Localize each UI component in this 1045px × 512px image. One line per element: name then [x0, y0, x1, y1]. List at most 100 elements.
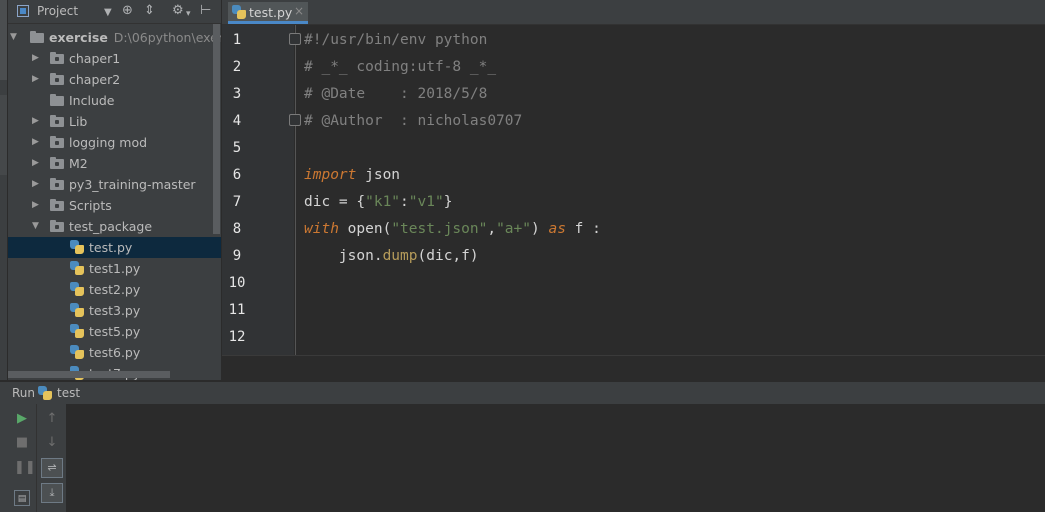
run-console-output[interactable] — [66, 404, 1045, 512]
down-arrow-icon[interactable]: ↓ — [44, 435, 60, 451]
tree-folder-item[interactable]: ▶ logging mod — [8, 132, 221, 153]
target-icon[interactable]: ⊕ — [122, 3, 133, 19]
tree-file-item[interactable]: test6.py — [8, 342, 221, 363]
stop-icon[interactable]: ■ — [14, 435, 30, 451]
tree-folder-item[interactable]: ▶ M2 — [8, 153, 221, 174]
tree-folder-item[interactable]: ▶ chaper2 — [8, 69, 221, 90]
code-line-9: json.dump(dic,f) — [304, 248, 479, 264]
collapsed-arrow-icon[interactable]: ▶ — [32, 153, 39, 174]
string-literal: "v1" — [408, 194, 444, 210]
python-file-icon — [70, 240, 84, 254]
layout-icon[interactable]: ▤ — [14, 490, 30, 506]
line-number: 11 — [228, 302, 246, 318]
tree-folder-item[interactable]: ▶ py3_training-master — [8, 174, 221, 195]
collapsed-arrow-icon[interactable]: ▶ — [32, 132, 39, 153]
gear-dropdown-icon[interactable]: ▾ — [186, 6, 191, 22]
tree-item-path-hint: D:\06python\exercis — [113, 30, 221, 45]
tree-item-text: M2 — [69, 156, 88, 171]
tree-item-text: test1.py — [89, 261, 141, 276]
line-number: 3 — [232, 86, 242, 102]
tree-item-label: py3_training-master — [69, 174, 196, 195]
soft-wrap-icon[interactable]: ⇌ — [41, 458, 63, 478]
tree-item-label: test_package — [69, 216, 152, 237]
line-number: 1 — [232, 32, 242, 48]
chevron-down-icon[interactable]: ▼ — [104, 5, 112, 21]
folder-icon — [50, 157, 64, 169]
tree-item-label: Scripts — [69, 195, 112, 216]
keyword-as: as — [548, 221, 566, 237]
collapsed-arrow-icon[interactable]: ▶ — [32, 111, 39, 132]
tree-folder-item[interactable]: ▶ chaper1 — [8, 48, 221, 69]
code-text: , — [487, 221, 497, 237]
collapsed-arrow-icon[interactable]: ▶ — [32, 69, 39, 90]
fold-marker-icon[interactable] — [289, 114, 301, 126]
tree-item-label: logging mod — [69, 132, 147, 153]
folder-icon — [50, 199, 64, 211]
expanded-arrow-icon[interactable]: ▼ — [32, 216, 39, 237]
method-name: dump — [382, 248, 418, 264]
tab-test-py[interactable]: test.py × — [228, 2, 308, 24]
tree-file-item[interactable]: test1.py — [8, 258, 221, 279]
collapse-icon[interactable]: ⇕ — [144, 3, 155, 19]
editor-gutter: 1 2 3 4 5 6 7 8 9 10 11 12 — [222, 25, 294, 355]
tree-file-item[interactable]: test2.py — [8, 279, 221, 300]
run-icon[interactable]: ▶ — [14, 411, 30, 427]
code-text: ) — [531, 221, 549, 237]
tree-item-text: chaper2 — [69, 72, 121, 87]
tree-folder-item[interactable]: ▶ Scripts — [8, 195, 221, 216]
tree-item-text: test.py — [89, 240, 133, 255]
hide-icon[interactable]: ⊢ — [200, 3, 211, 19]
expanded-arrow-icon[interactable]: ▼ — [10, 27, 17, 48]
python-file-icon — [232, 5, 246, 19]
project-tool-tab[interactable] — [0, 0, 7, 80]
structure-tool-tab[interactable] — [0, 95, 7, 175]
code-text: open( — [338, 221, 392, 237]
tab-label: test.py — [249, 5, 293, 20]
line-number: 9 — [232, 248, 242, 264]
tree-item-text: Scripts — [69, 198, 112, 213]
collapsed-arrow-icon[interactable]: ▶ — [32, 174, 39, 195]
line-number: 4 — [232, 113, 242, 129]
line-number: 8 — [232, 221, 242, 237]
tree-file-item[interactable]: test3.py — [8, 300, 221, 321]
project-scrollbar-horizontal[interactable] — [8, 371, 170, 378]
line-number: 2 — [232, 59, 242, 75]
tree-file-item[interactable]: test5.py — [8, 321, 221, 342]
code-editor[interactable]: #!/usr/bin/env python # _*_ coding:utf-8… — [296, 25, 1045, 355]
collapsed-arrow-icon[interactable]: ▶ — [32, 48, 39, 69]
python-file-icon — [70, 324, 84, 338]
tree-item-text: chaper1 — [69, 51, 121, 66]
code-text: f : — [565, 221, 601, 237]
left-tool-strip — [0, 0, 8, 380]
tree-item-text: Lib — [69, 114, 88, 129]
tree-item-label: test2.py — [89, 279, 140, 300]
python-file-icon — [70, 282, 84, 296]
tree-file-item[interactable]: test.py — [8, 237, 221, 258]
code-line-2: # _*_ coding:utf-8 _*_ — [304, 59, 497, 75]
scroll-to-end-icon[interactable]: ⤓ — [41, 483, 63, 503]
project-scrollbar-vertical[interactable] — [213, 24, 220, 234]
tree-folder-item[interactable]: Include — [8, 90, 221, 111]
tree-item-text: exercise — [49, 30, 108, 45]
tree-item-text: py3_training-master — [69, 177, 196, 192]
tree-item-text: test2.py — [89, 282, 141, 297]
tree-folder-item[interactable]: ▶ Lib — [8, 111, 221, 132]
line-number: 6 — [232, 167, 242, 183]
up-arrow-icon[interactable]: ↑ — [44, 411, 60, 427]
python-file-icon — [70, 261, 84, 275]
code-line-4: # @Author : nicholas0707 — [304, 113, 523, 129]
tree-item-text: test3.py — [89, 303, 141, 318]
folder-icon — [50, 115, 64, 127]
tree-folder-item[interactable]: ▼ exercise D:\06python\exercis — [8, 27, 221, 48]
tree-folder-item[interactable]: ▼ test_package — [8, 216, 221, 237]
collapsed-arrow-icon[interactable]: ▶ — [32, 195, 39, 216]
close-icon[interactable]: × — [294, 4, 304, 18]
python-file-icon — [70, 345, 84, 359]
gear-icon[interactable]: ⚙ — [172, 3, 184, 19]
pause-icon[interactable]: ❚❚ — [14, 460, 36, 476]
tree-item-label: M2 — [69, 153, 88, 174]
run-config-name[interactable]: test — [57, 386, 80, 400]
code-line-7: dic = {"k1":"v1"} — [304, 194, 452, 210]
fold-marker-icon[interactable] — [289, 33, 301, 45]
python-file-icon — [70, 303, 84, 317]
